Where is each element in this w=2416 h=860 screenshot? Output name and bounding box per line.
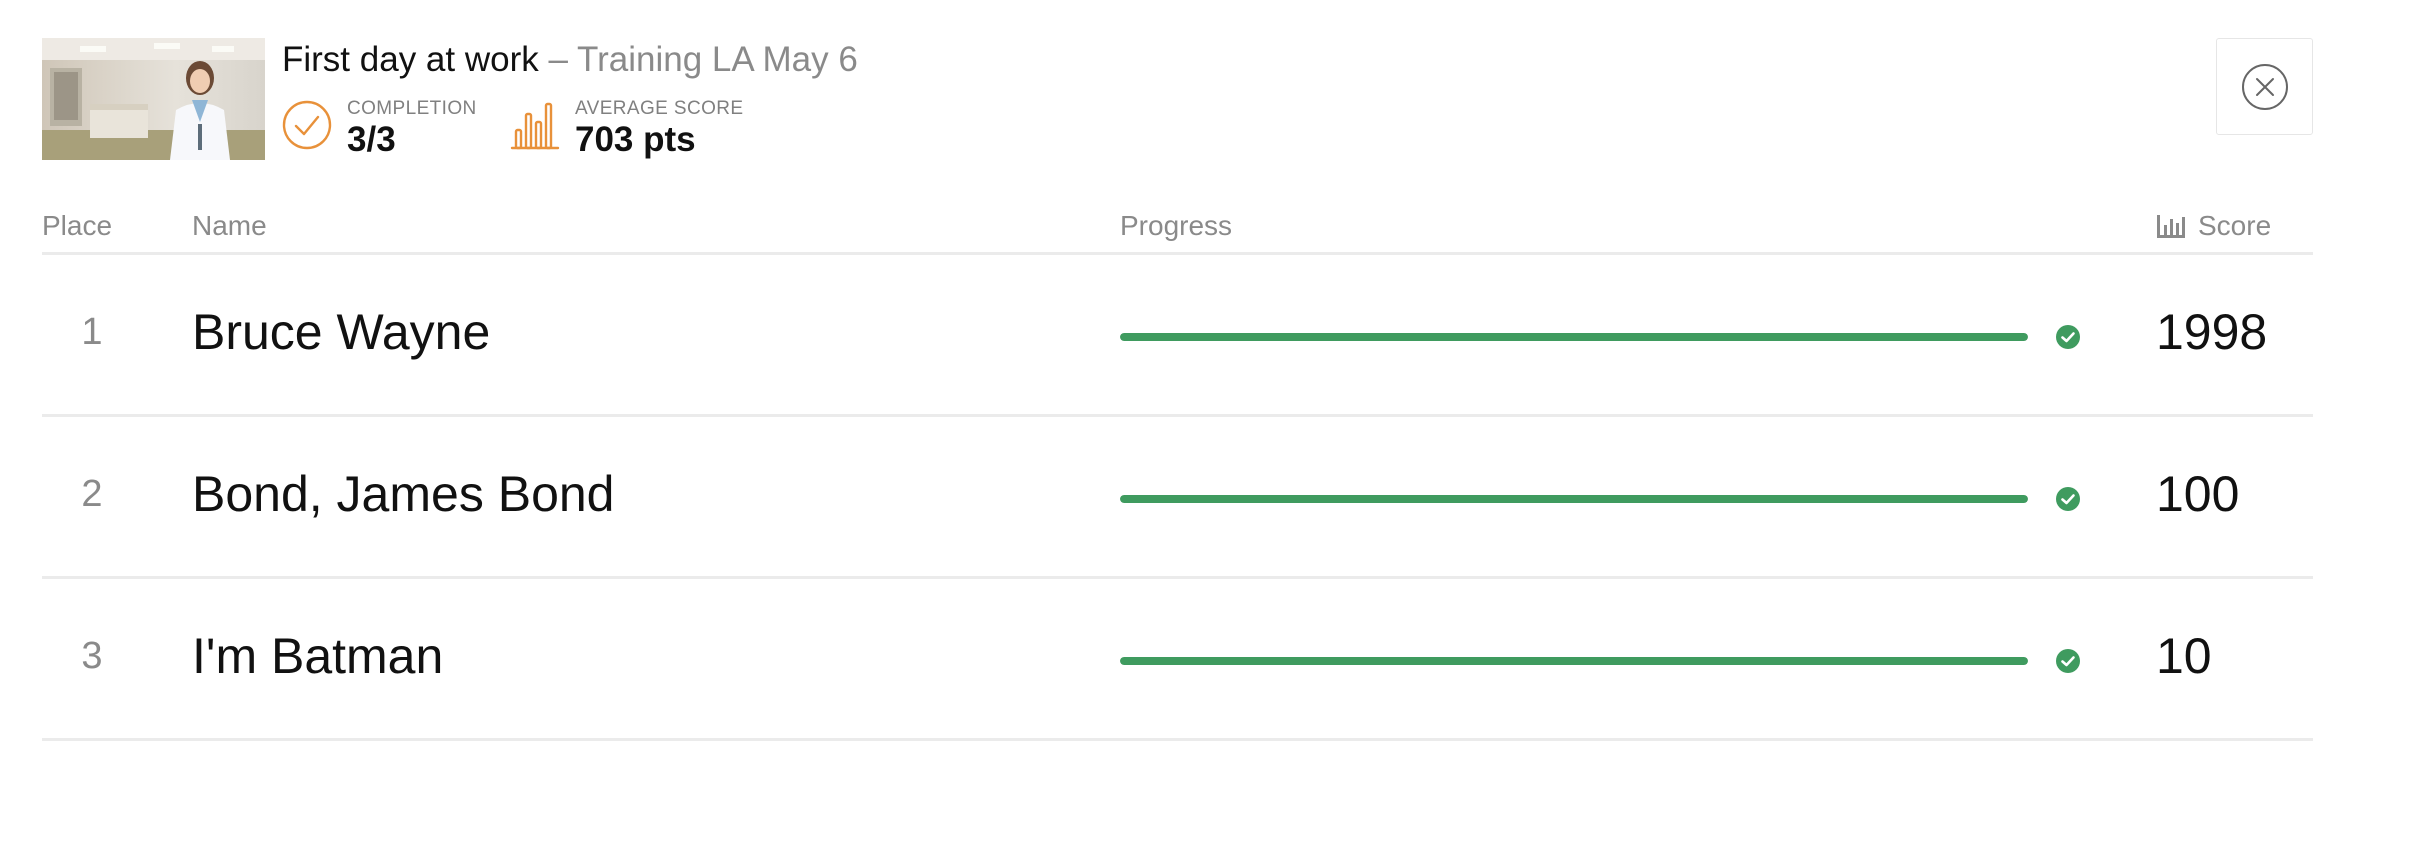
bar-chart-icon [510,100,560,157]
row-progress-fill [1120,657,2028,665]
row-score: 10 [2156,628,2212,684]
completion-label: COMPLETION [347,98,477,119]
column-header-name[interactable]: Name [192,210,267,242]
average-score-label: AVERAGE SCORE [575,98,744,119]
average-score-stat: AVERAGE SCORE 703 pts [510,96,770,160]
row-name: I'm Batman [192,628,444,684]
course-title: First day at work [282,40,539,79]
bar-chart-icon [2157,215,2185,238]
row-place: 2 [81,473,103,515]
table-row[interactable]: 1 Bruce Wayne 1998 [42,255,2313,417]
row-progress-bar [1120,495,2028,503]
row-place: 3 [81,635,103,677]
row-score: 100 [2156,466,2240,522]
completion-stat: COMPLETION 3/3 [282,96,482,160]
row-progress-fill [1120,333,2028,341]
course-thumbnail [42,38,265,160]
row-progress-fill [1120,495,2028,503]
table-header: Place Name Progress Score [42,200,2313,255]
column-header-place[interactable]: Place [42,210,112,242]
table-row[interactable]: 3 I'm Batman 10 [42,579,2313,741]
column-header-score-label: Score [2198,210,2272,241]
row-score: 1998 [2156,304,2268,360]
close-icon [2241,63,2288,110]
check-circle-icon [2056,649,2080,678]
close-button[interactable] [2216,38,2313,135]
table-row[interactable]: 2 Bond, James Bond 100 [42,417,2313,579]
row-place: 1 [81,311,103,353]
table-body: 1 Bruce Wayne 1998 2 Bond, James Bond 10… [42,255,2313,741]
row-name: Bond, James Bond [192,466,615,522]
row-progress-bar [1120,657,2028,665]
column-header-score[interactable]: Score [2156,210,2271,242]
page-title: First day at work – Training LA May 6 [282,40,858,80]
leaderboard-table: Place Name Progress Score 1 Bruce Wayne … [42,200,2313,741]
check-circle-icon [282,100,332,155]
row-progress-bar [1120,333,2028,341]
completion-value: 3/3 [347,120,396,159]
doctor-portrait-image [42,38,265,160]
column-header-progress[interactable]: Progress [1120,210,1232,242]
session-title: – Training LA May 6 [538,40,858,79]
average-score-value: 703 pts [575,120,696,159]
check-circle-icon [2056,487,2080,516]
check-circle-icon [2056,325,2080,354]
leaderboard-page: First day at work – Training LA May 6 CO… [0,0,2416,860]
row-name: Bruce Wayne [192,304,491,360]
